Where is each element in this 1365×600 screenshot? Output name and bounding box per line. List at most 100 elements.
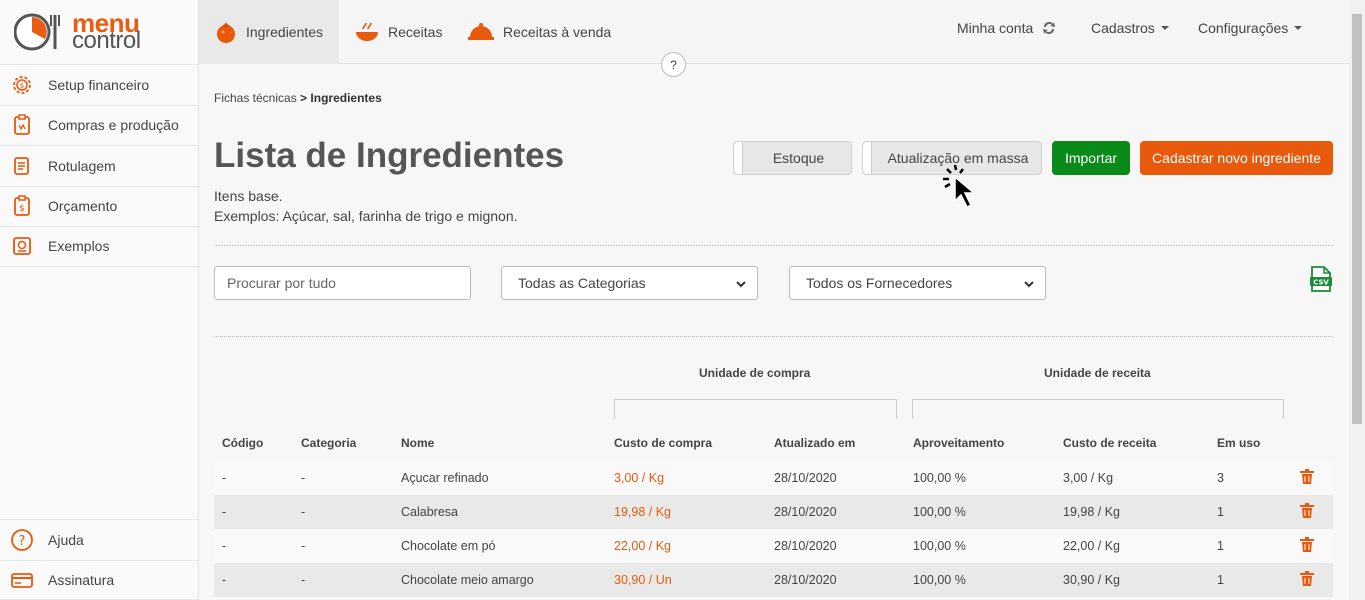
credit-card-icon (10, 568, 34, 592)
configuracoes-dropdown[interactable]: Configurações (1198, 0, 1303, 56)
categoria-select[interactable]: Todas as Categorias (501, 266, 758, 300)
cell-custo-compra[interactable]: 3,00 / Kg (614, 471, 664, 485)
page-title: Lista de Ingredientes (214, 136, 565, 175)
sidebar-item-label: Orçamento (48, 198, 118, 215)
sidebar-item-label: Ajuda (48, 531, 84, 548)
chevron-down-icon (1294, 26, 1303, 30)
cell-aproveitamento: 100,00 % (913, 539, 966, 553)
sync-icon (1041, 20, 1057, 36)
budget-icon: $ (10, 194, 34, 218)
label-icon (10, 154, 34, 178)
tomato-icon (214, 21, 238, 43)
sidebar-nav: $ Setup financeiro Compras e produção Ro… (0, 64, 198, 267)
sidebar-item-compras-producao[interactable]: Compras e produção (0, 104, 198, 146)
trash-icon[interactable] (1300, 537, 1314, 553)
logo-text-control: control (72, 27, 141, 54)
cell-aproveitamento: 100,00 % (913, 573, 966, 587)
cell-categoria: - (301, 539, 306, 553)
sidebar-item-ajuda[interactable]: ? Ajuda (0, 519, 198, 560)
help-icon: ? (10, 528, 34, 552)
csv-export-icon[interactable]: CSV (1310, 266, 1332, 292)
table-row[interactable]: - - Chocolate meio amargo 30,90 / Un 28/… (214, 563, 1333, 597)
cell-nome: Chocolate meio amargo (401, 573, 534, 587)
cell-custo-compra[interactable]: 22,00 / Kg (614, 539, 671, 553)
estoque-toggle[interactable]: Estoque (733, 141, 852, 175)
bowl-icon (354, 21, 380, 43)
header-custo-receita[interactable]: Custo de receita (1063, 436, 1156, 450)
breadcrumb-parent[interactable]: Fichas técnicas (214, 91, 297, 105)
sidebar-item-assinatura[interactable]: Assinatura (0, 559, 198, 600)
cell-categoria: - (301, 505, 306, 519)
sidebar-item-exemplos[interactable]: Exemplos (0, 226, 198, 267)
scrollbar[interactable] (1349, 0, 1365, 600)
tab-ingredientes[interactable]: Ingredientes (199, 0, 339, 64)
configuracoes-label: Configurações (1198, 20, 1289, 36)
cadastros-dropdown[interactable]: Cadastros (1091, 0, 1169, 56)
header-custo-compra[interactable]: Custo de compra (614, 436, 712, 450)
description-line-1: Itens base. (214, 188, 283, 204)
cell-custo-compra[interactable]: 30,90 / Un (614, 573, 672, 587)
table-row[interactable]: - - Calabresa 19,98 / Kg 28/10/2020 100,… (214, 495, 1333, 529)
cell-nome: Chocolate em pó (401, 539, 496, 553)
description-line-2: Exemplos: Açúcar, sal, farinha de trigo … (214, 208, 518, 224)
sidebar-bottom: ? Ajuda Assinatura (0, 519, 198, 600)
cell-nome: Açucar refinado (401, 471, 489, 485)
header-em-uso[interactable]: Em uso (1217, 436, 1260, 450)
cell-codigo: - (222, 505, 227, 519)
tab-label: Receitas à venda (503, 24, 612, 40)
examples-icon (10, 234, 34, 258)
trash-icon[interactable] (1300, 571, 1314, 587)
header-aproveitamento[interactable]: Aproveitamento (913, 436, 1004, 450)
logo[interactable]: menu control (0, 0, 198, 64)
breadcrumb-separator: > (300, 91, 308, 105)
sidebar-item-rotulagem[interactable]: Rotulagem (0, 145, 198, 186)
header-categoria[interactable]: Categoria (301, 436, 356, 450)
table-row[interactable]: - - Açucar refinado 3,00 / Kg 28/10/2020… (214, 461, 1333, 495)
cadastrar-novo-ingrediente-button[interactable]: Cadastrar novo ingrediente (1140, 141, 1333, 175)
cell-custo-receita: 22,00 / Kg (1063, 539, 1120, 553)
cell-categoria: - (301, 471, 306, 485)
cell-atualizado: 28/10/2020 (774, 505, 837, 519)
shopping-list-icon (10, 113, 34, 137)
table-body: - - Açucar refinado 3,00 / Kg 28/10/2020… (214, 461, 1333, 597)
svg-text:$: $ (19, 204, 25, 214)
estoque-label: Estoque (772, 150, 825, 166)
header-nome[interactable]: Nome (401, 436, 434, 450)
cell-aproveitamento: 100,00 % (913, 471, 966, 485)
importar-button[interactable]: Importar (1052, 141, 1130, 175)
tab-receitas[interactable]: Receitas (354, 0, 442, 64)
cell-codigo: - (222, 573, 227, 587)
scrollbar-thumb[interactable] (1352, 14, 1362, 424)
cell-em-uso: 3 (1217, 471, 1224, 485)
chevron-down-icon (736, 281, 746, 288)
cell-custo-compra[interactable]: 19,98 / Kg (614, 505, 671, 519)
sidebar-item-label: Exemplos (48, 238, 110, 255)
minha-conta-label: Minha conta (957, 20, 1034, 36)
cell-nome: Calabresa (401, 505, 458, 519)
header-atualizado[interactable]: Atualizado em (774, 436, 855, 450)
help-button[interactable]: ? (661, 52, 686, 77)
svg-text:CSV: CSV (1313, 279, 1329, 287)
sidebar: menu control $ Setup financeiro Compras … (0, 0, 199, 600)
cadastros-label: Cadastros (1091, 20, 1155, 36)
cloche-icon (467, 22, 495, 42)
cell-aproveitamento: 100,00 % (913, 505, 966, 519)
tab-receitas-a-venda[interactable]: Receitas à venda (467, 0, 611, 64)
cell-atualizado: 28/10/2020 (774, 471, 837, 485)
cell-em-uso: 1 (1217, 573, 1224, 587)
header-codigo[interactable]: Código (222, 436, 263, 450)
fornecedor-select[interactable]: Todos os Fornecedores (789, 266, 1046, 300)
minha-conta-link[interactable]: Minha conta (957, 0, 1057, 56)
search-input[interactable]: Procurar por tudo (214, 266, 471, 300)
divider (214, 336, 1333, 337)
top-navbar: Ingredientes Receitas Receitas à venda M… (199, 0, 1349, 64)
trash-icon[interactable] (1300, 503, 1314, 519)
sidebar-item-orcamento[interactable]: $ Orçamento (0, 185, 198, 227)
gear-dollar-icon: $ (10, 73, 34, 97)
trash-icon[interactable] (1300, 469, 1314, 485)
cell-codigo: - (222, 539, 227, 553)
table-row[interactable]: - - Chocolate em pó 22,00 / Kg 28/10/202… (214, 529, 1333, 563)
sidebar-item-setup-financeiro[interactable]: $ Setup financeiro (0, 64, 198, 105)
chevron-down-icon (1024, 281, 1034, 288)
cell-categoria: - (301, 573, 306, 587)
